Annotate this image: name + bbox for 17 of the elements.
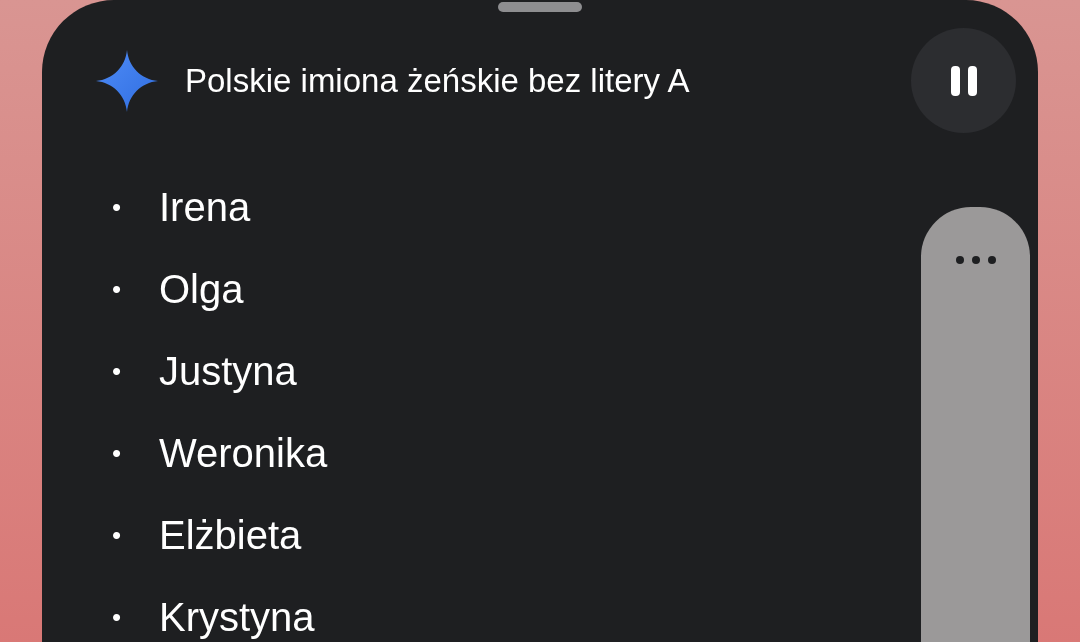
list-item-text: Irena xyxy=(159,184,251,230)
bullet: • xyxy=(112,354,123,388)
list-item-text: Krystyna xyxy=(159,594,315,640)
drag-handle[interactable] xyxy=(498,2,582,12)
bullet: • xyxy=(112,272,123,306)
list-item-text: Elżbieta xyxy=(159,512,302,558)
pause-icon xyxy=(949,64,978,97)
side-panel[interactable] xyxy=(921,207,1030,642)
bullet: • xyxy=(112,190,123,224)
bullet: • xyxy=(112,436,123,470)
more-icon[interactable] xyxy=(954,255,997,265)
conversation-title: Polskie imiona żeńskie bez litery A xyxy=(185,60,691,101)
bullet: • xyxy=(112,600,123,634)
bullet: • xyxy=(112,518,123,552)
list-item-text: Justyna xyxy=(159,348,297,394)
list-item-text: Olga xyxy=(159,266,244,312)
list-item-text: Weronika xyxy=(159,430,328,476)
